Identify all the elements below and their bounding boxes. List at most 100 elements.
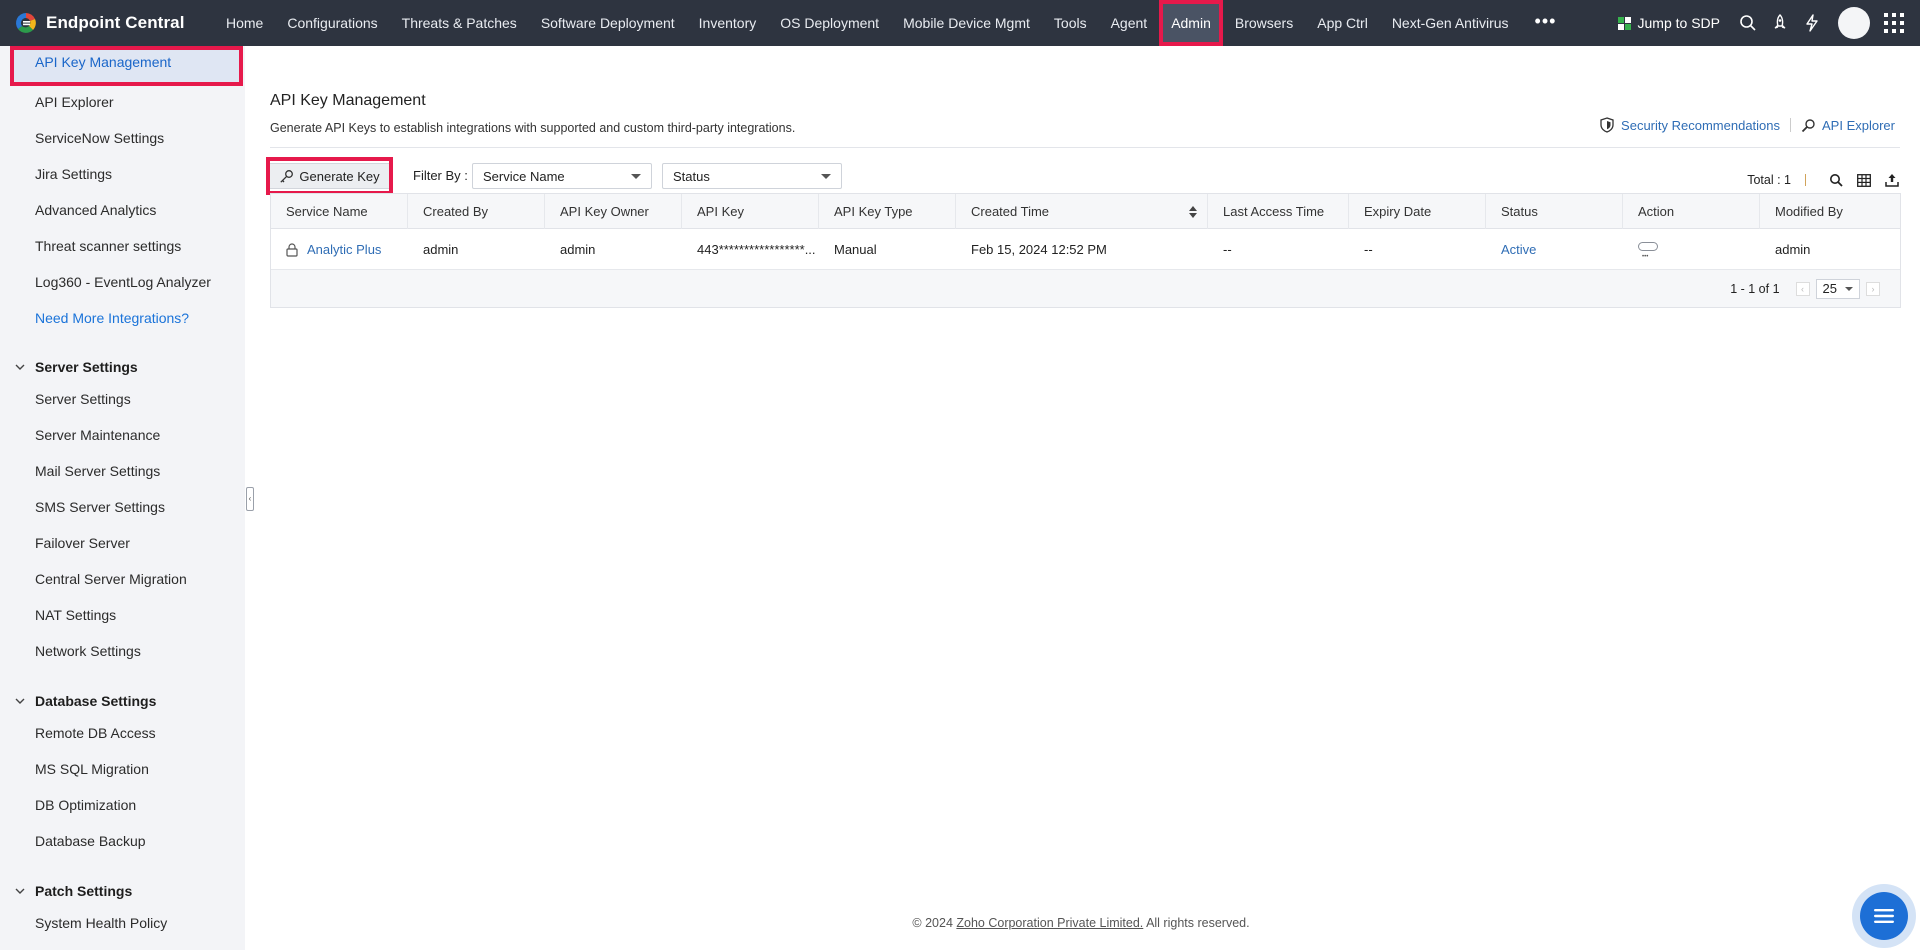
nav-configurations[interactable]: Configurations xyxy=(275,0,389,46)
service-name-value: Analytic Plus xyxy=(307,242,382,257)
sidebar-item-ms-sql-migration[interactable]: MS SQL Migration xyxy=(35,761,149,777)
nav-tools[interactable]: Tools xyxy=(1042,0,1099,46)
nav-os-deployment[interactable]: OS Deployment xyxy=(768,0,891,46)
section-server-settings[interactable]: Server Settings xyxy=(14,359,138,375)
total-count: Total : 1 xyxy=(1747,173,1791,187)
sidebar-item-sms-server-settings[interactable]: SMS Server Settings xyxy=(35,499,165,515)
column-header-created-time[interactable]: Created Time xyxy=(956,194,1208,229)
column-header-api-key-owner[interactable]: API Key Owner xyxy=(545,194,682,229)
per-page-select[interactable]: 25 xyxy=(1815,278,1860,299)
avatar[interactable] xyxy=(1838,7,1870,39)
nav-app-ctrl[interactable]: App Ctrl xyxy=(1305,0,1380,46)
sidebar-item-remote-db-access[interactable]: Remote DB Access xyxy=(35,725,156,741)
column-header-api-key-type[interactable]: API Key Type xyxy=(819,194,956,229)
section-patch-settings[interactable]: Patch Settings xyxy=(14,883,132,899)
nav-threats-patches[interactable]: Threats & Patches xyxy=(390,0,529,46)
header-divider xyxy=(270,147,1900,148)
sidebar-item-server-settings[interactable]: Server Settings xyxy=(35,391,131,407)
sidebar-collapse-handle[interactable]: ‹ xyxy=(246,487,254,511)
nav-inventory[interactable]: Inventory xyxy=(687,0,769,46)
footer-copyright: © 2024 xyxy=(912,916,957,930)
action-cell xyxy=(1623,229,1760,270)
jump-to-sdp-link[interactable]: Jump to SDP xyxy=(1617,15,1720,31)
pagination-info: 1 - 1 of 1 xyxy=(1730,281,1780,296)
filter-by-label: Filter By : xyxy=(413,168,468,183)
status-badge: Active xyxy=(1501,242,1537,257)
sdp-icon xyxy=(1617,16,1631,30)
generate-key-button[interactable]: Generate Key xyxy=(268,163,391,189)
nav-agent[interactable]: Agent xyxy=(1099,0,1160,46)
table-row: Analytic Plus admin admin 443***********… xyxy=(271,229,1900,270)
service-name-filter[interactable]: Service Name xyxy=(472,163,652,189)
security-recommendations-link[interactable]: Security Recommendations xyxy=(1599,117,1780,133)
api-explorer-link[interactable]: API Explorer xyxy=(1801,118,1895,133)
next-page-icon[interactable]: › xyxy=(1866,281,1880,296)
table-tools: Total : 1 xyxy=(1747,172,1900,188)
column-chooser-icon[interactable] xyxy=(1856,172,1872,188)
footer-company-link[interactable]: Zoho Corporation Private Limited. xyxy=(956,916,1143,930)
brand[interactable]: Endpoint Central xyxy=(0,0,214,46)
sidebar-item-central-server-migration[interactable]: Central Server Migration xyxy=(35,571,187,587)
table-header: Service Name Created By API Key Owner AP… xyxy=(271,194,1900,229)
sidebar-item-failover-server[interactable]: Failover Server xyxy=(35,535,130,551)
sidebar-item-threat-scanner-settings[interactable]: Threat scanner settings xyxy=(35,238,181,254)
nav-mobile-device-mgmt[interactable]: Mobile Device Mgmt xyxy=(891,0,1042,46)
column-header-expiry-date[interactable]: Expiry Date xyxy=(1349,194,1486,229)
rocket-icon[interactable] xyxy=(1770,13,1790,33)
created-by-cell: admin xyxy=(423,242,459,257)
sidebar-item-api-explorer[interactable]: API Explorer xyxy=(35,94,114,110)
shield-icon xyxy=(1600,117,1614,133)
api-key-owner-cell: admin xyxy=(560,242,596,257)
generate-key-label: Generate Key xyxy=(299,168,380,184)
header-links: Security Recommendations API Explorer xyxy=(1599,117,1895,133)
security-recommendations-label: Security Recommendations xyxy=(1621,117,1781,133)
sidebar-item-advanced-analytics[interactable]: Advanced Analytics xyxy=(35,202,156,218)
divider xyxy=(1790,118,1792,132)
key-icon xyxy=(280,169,294,183)
export-icon[interactable] xyxy=(1884,172,1900,188)
column-header-service-name[interactable]: Service Name xyxy=(271,194,408,229)
service-name-cell[interactable]: Analytic Plus xyxy=(271,229,408,270)
sidebar-item-mail-server-settings[interactable]: Mail Server Settings xyxy=(35,463,160,479)
sidebar-item-jira-settings[interactable]: Jira Settings xyxy=(35,166,112,182)
previous-page-icon[interactable]: ‹ xyxy=(1795,281,1810,296)
sidebar-item-db-optimization[interactable]: DB Optimization xyxy=(35,797,136,813)
page-title: API Key Management xyxy=(270,92,426,109)
sidebar-item-database-backup[interactable]: Database Backup xyxy=(35,833,146,849)
status-filter[interactable]: Status xyxy=(662,163,842,189)
search-icon[interactable] xyxy=(1738,13,1758,33)
nav-home[interactable]: Home xyxy=(214,0,275,46)
need-more-integrations-link[interactable]: Need More Integrations? xyxy=(35,310,189,326)
sidebar-item-api-key-management[interactable]: API Key Management xyxy=(10,46,243,86)
sidebar-item-server-maintenance[interactable]: Server Maintenance xyxy=(35,427,160,443)
action-menu-icon[interactable] xyxy=(1638,237,1658,270)
table-search-icon[interactable] xyxy=(1828,172,1844,188)
lightning-icon[interactable] xyxy=(1802,13,1822,33)
more-horizontal-icon[interactable]: ••• xyxy=(1521,0,1571,46)
sidebar-item-servicenow-settings[interactable]: ServiceNow Settings xyxy=(35,130,164,146)
apps-grid-icon[interactable] xyxy=(1884,13,1904,33)
nav-next-gen-antivirus[interactable]: Next-Gen Antivirus xyxy=(1380,0,1521,46)
created-time-cell: Feb 15, 2024 12:52 PM xyxy=(971,242,1107,257)
column-header-modified-by[interactable]: Modified By xyxy=(1760,194,1900,229)
column-header-last-access-time[interactable]: Last Access Time xyxy=(1208,194,1349,229)
nav-software-deployment[interactable]: Software Deployment xyxy=(529,0,687,46)
menu-icon xyxy=(1860,892,1908,940)
sidebar-item-nat-settings[interactable]: NAT Settings xyxy=(35,607,116,623)
top-navigation-bar: Endpoint Central Home Configurations Thr… xyxy=(0,0,1920,46)
column-header-created-by[interactable]: Created By xyxy=(408,194,545,229)
column-header-api-key[interactable]: API Key xyxy=(682,194,819,229)
footer-rights: All rights reserved. xyxy=(1143,916,1250,930)
sidebar-item-log360[interactable]: Log360 - EventLog Analyzer xyxy=(35,274,211,290)
floating-menu-button[interactable] xyxy=(1852,884,1916,948)
nav-admin[interactable]: Admin xyxy=(1159,0,1223,46)
api-key-type-cell: Manual xyxy=(834,242,877,257)
api-explorer-label: API Explorer xyxy=(1822,117,1895,133)
page-footer: © 2024 Zoho Corporation Private Limited.… xyxy=(0,916,1920,930)
sort-icon[interactable] xyxy=(1189,206,1197,218)
sidebar-item-network-settings[interactable]: Network Settings xyxy=(35,643,141,659)
section-database-settings[interactable]: Database Settings xyxy=(14,693,156,709)
nav-browsers[interactable]: Browsers xyxy=(1223,0,1305,46)
column-header-status[interactable]: Status xyxy=(1486,194,1623,229)
collapse-arrow-icon: ‹ xyxy=(248,494,252,503)
